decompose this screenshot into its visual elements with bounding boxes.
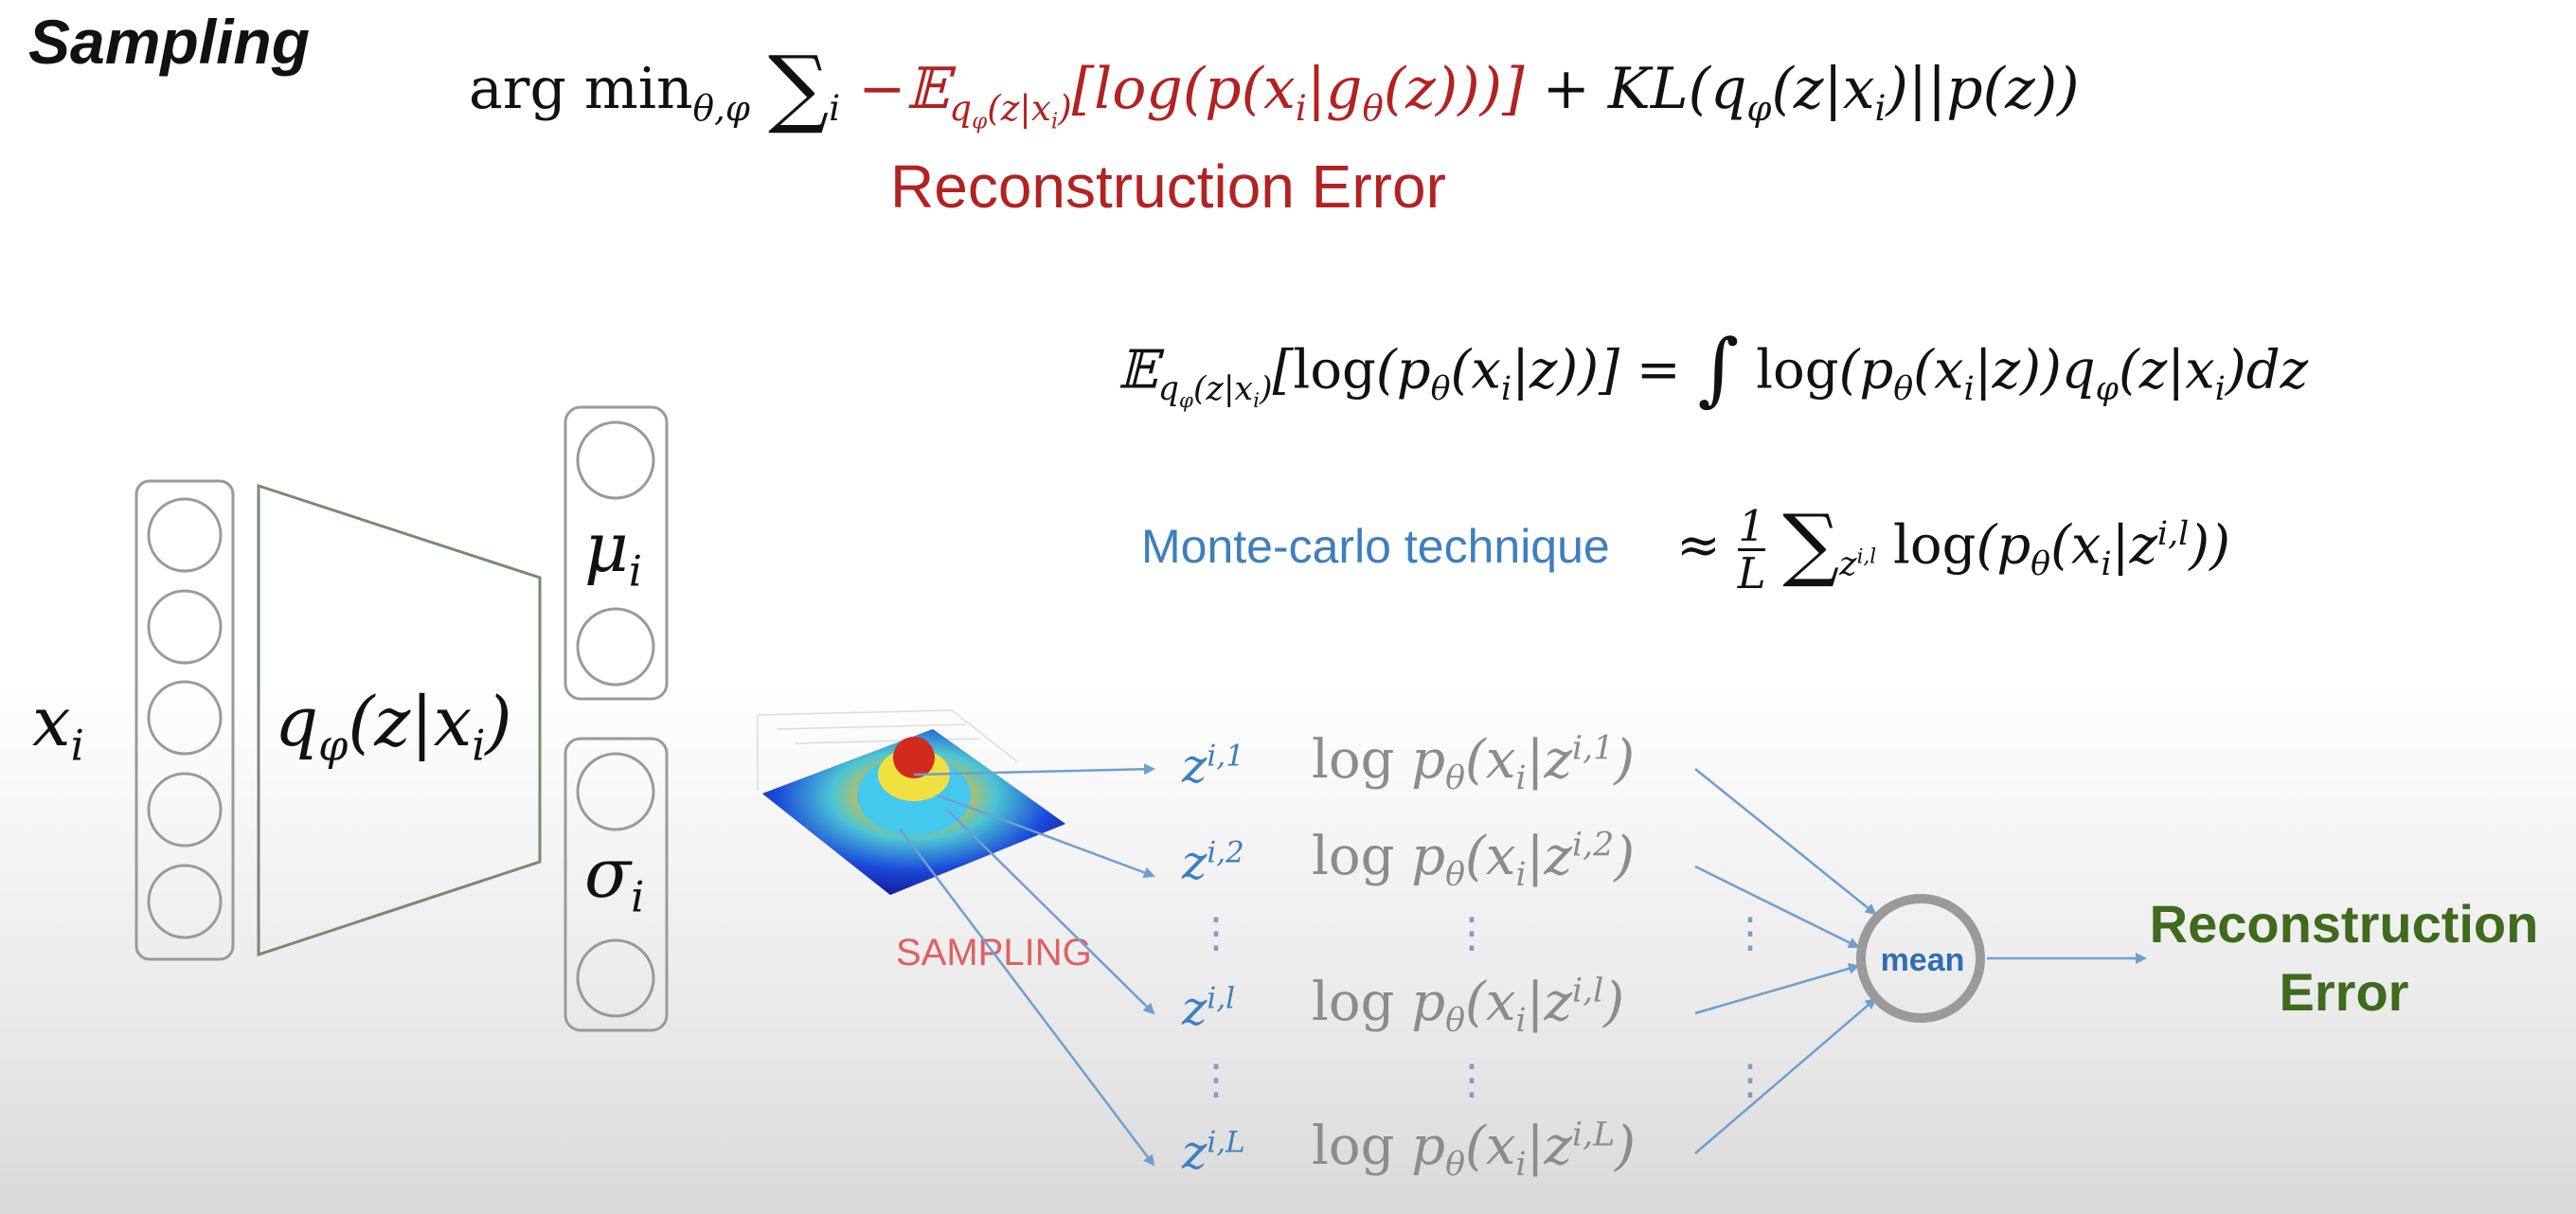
sigma-neuron: [576, 752, 655, 831]
mu-neuron: [576, 420, 655, 500]
to-mean-arrow-l: [1694, 963, 1860, 1015]
to-mean-arrow-1: [1694, 768, 1877, 916]
input-neuron: [147, 680, 223, 756]
mean-circle: [1856, 894, 1985, 1023]
sampling-arrow-l: [946, 809, 1155, 1015]
input-neuron: [147, 772, 223, 848]
diagram-graphics: [134, 405, 2147, 1167]
input-neuron: [147, 589, 223, 665]
mu-neuron: [576, 607, 655, 687]
to-mean-arrow-2: [1694, 865, 1860, 949]
gaussian-surface-plot: [757, 709, 1065, 895]
input-neuron: [147, 497, 223, 573]
sigma-neuron: [576, 938, 655, 1018]
to-mean-arrow-L: [1694, 997, 1877, 1154]
input-neuron: [147, 864, 223, 939]
sampling-arrow-L: [899, 828, 1155, 1167]
encoder-trapezoid: [257, 483, 542, 957]
